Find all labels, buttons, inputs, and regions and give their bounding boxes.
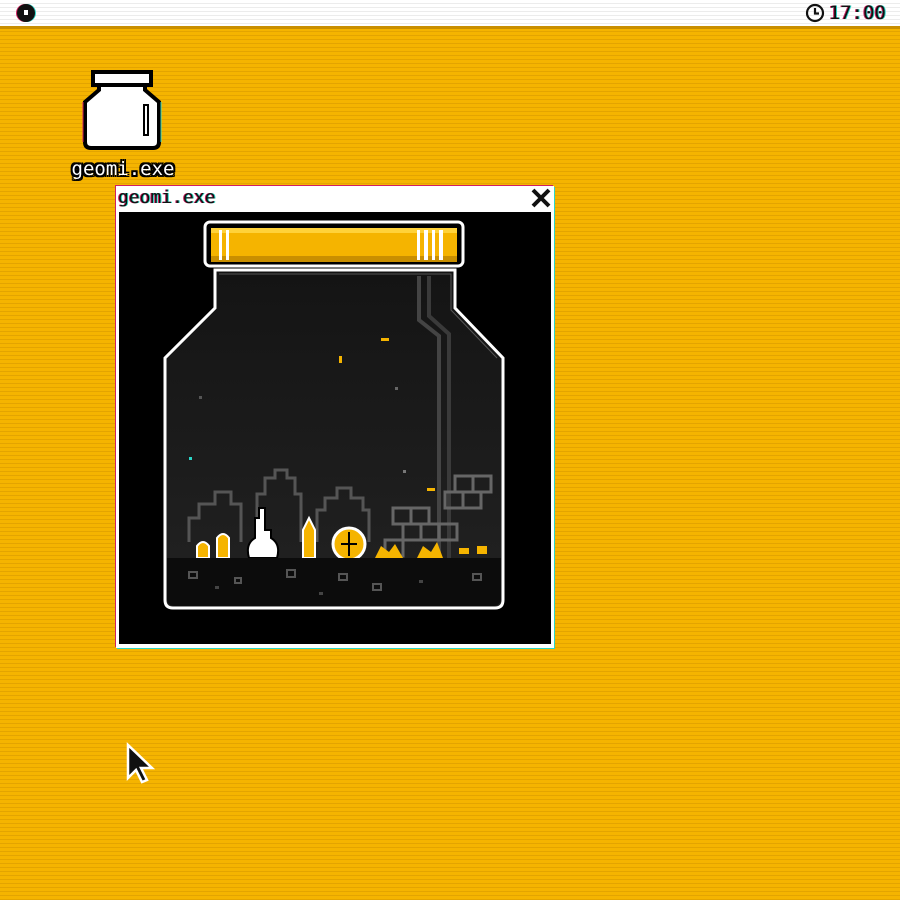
close-x-icon[interactable] [530,187,552,209]
terrarium-view[interactable] [119,212,551,644]
clock-icon [805,3,824,23]
terrarium-jar-illustration [163,220,505,610]
desktop-icon-label: geomi.exe [71,158,175,180]
clock-time: 17:00 [828,2,886,24]
arrow-pointer-icon [126,742,156,784]
window-titlebar[interactable]: geomi.exe [116,186,554,210]
soil [167,558,501,606]
apple-menu-dot-icon[interactable] [17,4,35,22]
geomi-window: geomi.exe [116,186,554,648]
jar-icon [82,70,162,150]
menu-bar: 17:00 [0,0,900,29]
menubar-clock[interactable]: 17:00 [805,2,886,24]
desktop-icon-geomi[interactable]: geomi.exe [58,70,188,186]
jar-lid [203,220,465,268]
window-title: geomi.exe [118,187,216,208]
jar-body [163,268,505,610]
